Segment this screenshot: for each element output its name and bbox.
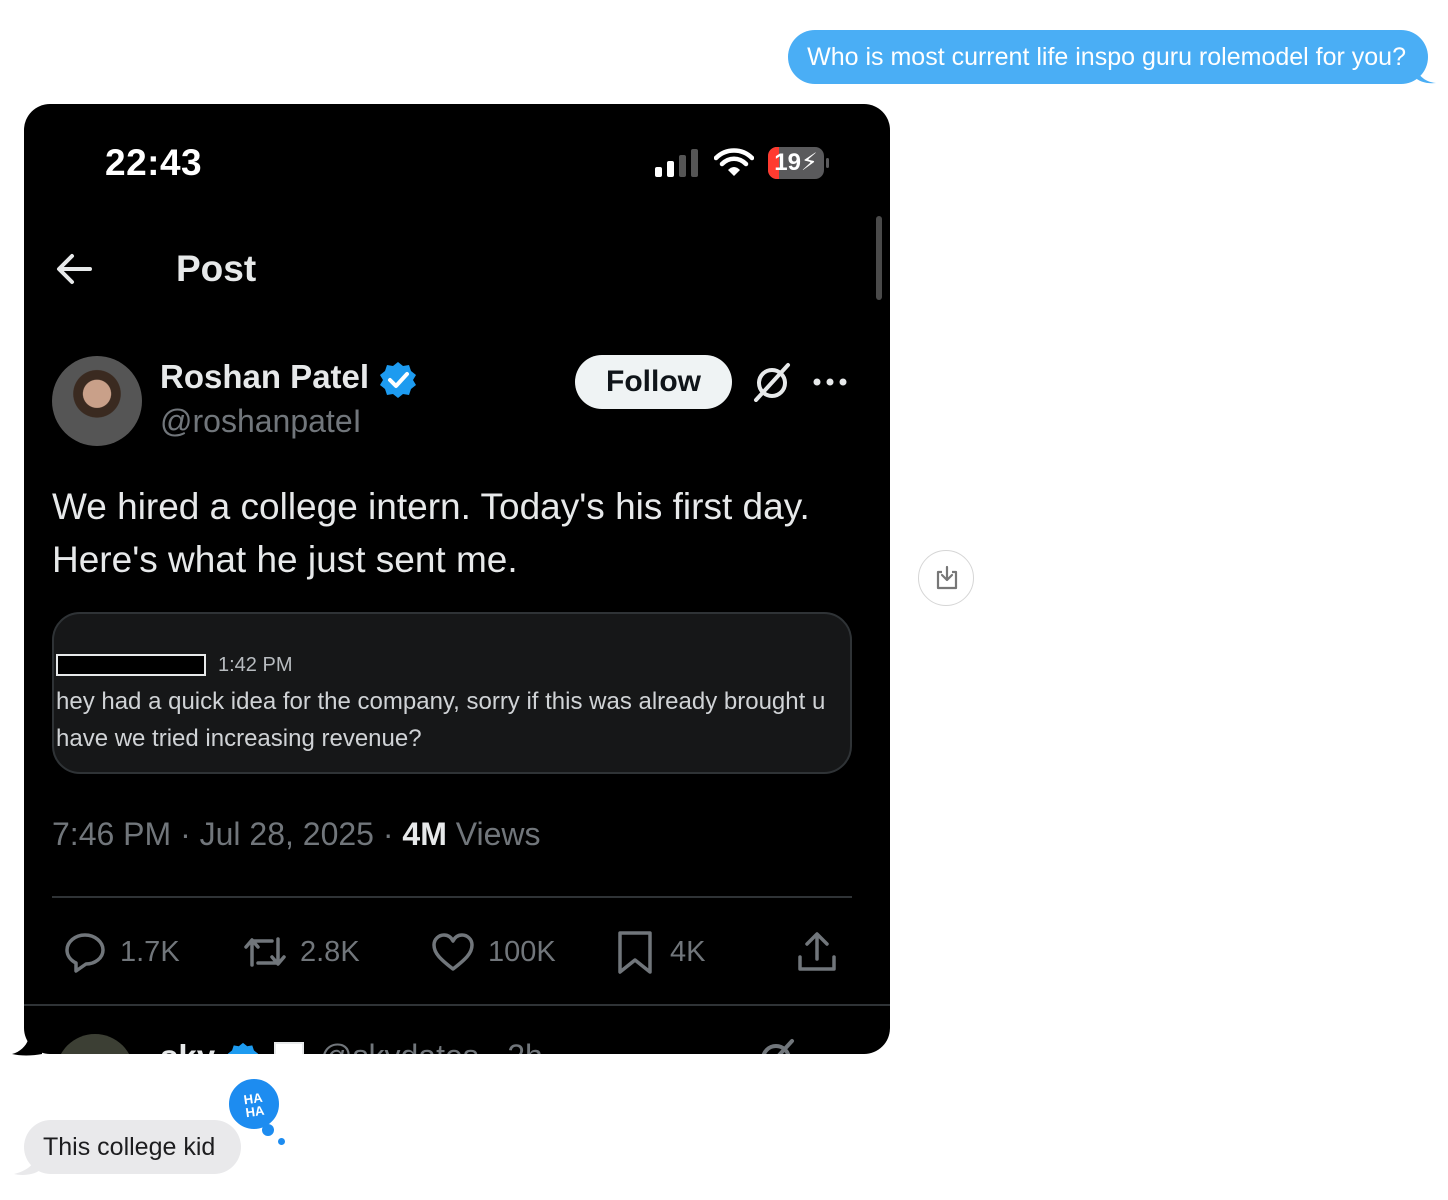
reply-author-name[interactable]: sky [160, 1038, 215, 1054]
page-title: Post [176, 248, 257, 289]
post-metadata: 7:46 PM · Jul 28, 2025 · 4M Views [52, 816, 541, 853]
like-button[interactable]: 100K [430, 928, 556, 976]
download-icon [936, 565, 958, 590]
like-count: 100K [488, 935, 556, 968]
views-label: Views [446, 816, 541, 852]
reply-button[interactable]: 1.7K [62, 928, 180, 976]
reply-count: 1.7K [120, 935, 180, 968]
bookmark-count: 4K [670, 935, 706, 968]
outgoing-bubble-tail [1414, 62, 1436, 84]
divider [52, 896, 852, 898]
status-time: 22:43 [105, 142, 203, 183]
bookmark-icon [618, 931, 652, 974]
heart-icon [432, 933, 474, 971]
share-post-button[interactable] [794, 928, 840, 976]
bookmark-button[interactable]: 4K [612, 928, 705, 976]
divider [24, 1004, 890, 1006]
author-name[interactable]: Roshan Patel [160, 358, 369, 396]
verified-badge-icon [380, 362, 416, 398]
repost-icon [244, 937, 286, 967]
haha-tapback-icon[interactable]: HA HA [226, 1076, 282, 1132]
author-handle[interactable]: @roshanpateI [160, 403, 362, 440]
tapback-tail-dot [262, 1124, 274, 1136]
embedded-image[interactable]: 1:42 PM hey had a quick idea for the com… [52, 612, 852, 774]
views-count: 4M [402, 816, 447, 852]
embed-message-time: 1:42 PM [218, 654, 293, 676]
reply-icon [65, 933, 105, 973]
embed-message-line: hey had a quick idea for the company, so… [56, 688, 826, 715]
verified-badge-icon [227, 1042, 259, 1054]
wifi-icon [714, 148, 754, 176]
tapback-tail-dot [278, 1138, 285, 1145]
screenshot-attachment[interactable]: 22:43 19⚡ Post Roshan Patel @roshanpateI… [24, 104, 890, 1054]
repost-count: 2.8K [300, 935, 360, 968]
post-text: We hired a college intern. Today's his f… [52, 486, 810, 580]
save-image-button[interactable] [918, 550, 974, 606]
more-options-icon[interactable] [812, 374, 848, 390]
share-icon [798, 932, 836, 971]
reply-author-avatar[interactable] [56, 1034, 134, 1054]
post-timestamp: 7:46 PM · Jul 28, 2025 · [52, 816, 403, 852]
redacted-name [56, 654, 206, 676]
cellular-signal-icon [655, 149, 698, 177]
grok-icon[interactable] [756, 1038, 796, 1054]
author-avatar[interactable] [52, 356, 142, 446]
outgoing-message-text: Who is most current life inspo guru role… [807, 43, 1406, 71]
incoming-message-text: This college kid [43, 1133, 216, 1161]
follow-button[interactable]: Follow [575, 355, 732, 409]
affiliate-badge-icon [274, 1042, 304, 1054]
scrollbar[interactable] [876, 216, 882, 300]
grok-icon[interactable] [752, 362, 792, 402]
outgoing-message-bubble[interactable]: Who is most current life inspo guru role… [788, 30, 1428, 84]
back-arrow-icon[interactable] [54, 252, 94, 286]
incoming-message-bubble[interactable]: This college kid [24, 1120, 242, 1174]
tapback-label: HA HA [242, 1089, 266, 1121]
battery-level-text: 19⚡ [774, 149, 818, 176]
reply-author-handle[interactable]: @skydates · 2h [320, 1038, 543, 1054]
repost-button[interactable]: 2.8K [242, 928, 360, 976]
battery-icon: 19⚡ [768, 147, 829, 179]
embed-message-line: have we tried increasing revenue? [56, 725, 422, 752]
